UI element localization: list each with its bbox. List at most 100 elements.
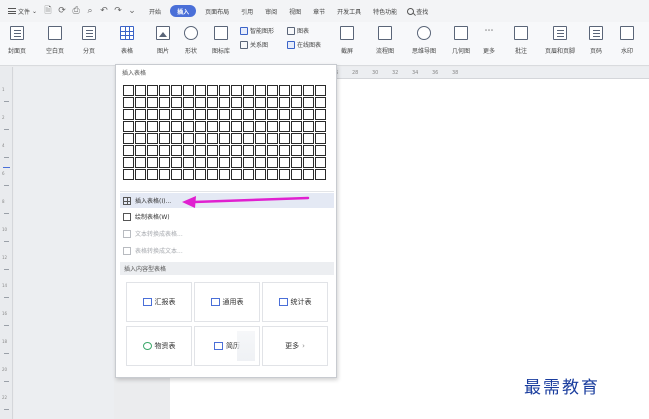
table-grid-cell[interactable]	[207, 133, 218, 144]
search-button[interactable]: 查找	[403, 0, 428, 22]
table-grid-cell[interactable]	[135, 133, 146, 144]
table-size-grid[interactable]	[123, 85, 326, 180]
table-button[interactable]: 表格	[117, 24, 141, 66]
table-grid-cell[interactable]	[183, 121, 194, 132]
table-grid-cell[interactable]	[219, 85, 230, 96]
table-grid-cell[interactable]	[171, 109, 182, 120]
file-menu[interactable]: 文件 ⌄	[4, 0, 41, 22]
table-grid-cell[interactable]	[171, 157, 182, 168]
table-grid-cell[interactable]	[195, 169, 206, 180]
table-grid-cell[interactable]	[279, 121, 290, 132]
general-table-tile[interactable]: 通用表	[194, 282, 260, 322]
shape-button[interactable]: 形状	[184, 26, 198, 55]
table-grid-cell[interactable]	[183, 109, 194, 120]
table-grid-cell[interactable]	[147, 109, 158, 120]
table-grid-cell[interactable]	[207, 169, 218, 180]
table-grid-cell[interactable]	[159, 97, 170, 108]
table-grid-cell[interactable]	[195, 133, 206, 144]
table-grid-cell[interactable]	[267, 121, 278, 132]
table-grid-cell[interactable]	[123, 133, 134, 144]
table-grid-cell[interactable]	[267, 157, 278, 168]
table-grid-cell[interactable]	[267, 97, 278, 108]
tab-review[interactable]: 审阅	[259, 0, 283, 22]
table-grid-cell[interactable]	[267, 133, 278, 144]
table-grid-cell[interactable]	[291, 121, 302, 132]
table-grid-cell[interactable]	[183, 85, 194, 96]
table-grid-cell[interactable]	[147, 121, 158, 132]
table-grid-cell[interactable]	[279, 157, 290, 168]
mindmap-button[interactable]: 思维导图	[412, 26, 436, 55]
relation-graph-button[interactable]: 关系图	[240, 40, 274, 49]
chevron-down-icon[interactable]: ⌄	[125, 0, 139, 22]
table-grid-cell[interactable]	[303, 121, 314, 132]
table-grid-cell[interactable]	[171, 133, 182, 144]
table-grid-cell[interactable]	[135, 85, 146, 96]
table-grid-cell[interactable]	[291, 97, 302, 108]
print-icon[interactable]: ⎙	[69, 0, 83, 22]
table-grid-cell[interactable]	[219, 133, 230, 144]
table-grid-cell[interactable]	[195, 157, 206, 168]
table-grid-cell[interactable]	[315, 109, 326, 120]
table-grid-cell[interactable]	[243, 121, 254, 132]
header-footer-button[interactable]: 页眉和页脚	[545, 26, 575, 55]
table-grid-cell[interactable]	[303, 145, 314, 156]
tab-section[interactable]: 章节	[307, 0, 331, 22]
table-grid-cell[interactable]	[147, 145, 158, 156]
table-grid-cell[interactable]	[183, 145, 194, 156]
table-grid-cell[interactable]	[171, 169, 182, 180]
draw-table-item[interactable]: 绘制表格(W)	[120, 209, 334, 224]
table-grid-cell[interactable]	[231, 121, 242, 132]
table-grid-cell[interactable]	[219, 97, 230, 108]
table-grid-cell[interactable]	[243, 97, 254, 108]
table-grid-cell[interactable]	[159, 121, 170, 132]
table-grid-cell[interactable]	[255, 109, 266, 120]
table-grid-cell[interactable]	[315, 97, 326, 108]
table-grid-cell[interactable]	[279, 145, 290, 156]
more-tiles-button[interactable]: 更多 ›	[262, 326, 328, 366]
table-grid-cell[interactable]	[267, 109, 278, 120]
table-grid-cell[interactable]	[147, 97, 158, 108]
table-grid-cell[interactable]	[183, 169, 194, 180]
report-table-tile[interactable]: 汇报表	[126, 282, 192, 322]
table-grid-cell[interactable]	[231, 109, 242, 120]
table-grid-cell[interactable]	[159, 85, 170, 96]
table-grid-cell[interactable]	[195, 97, 206, 108]
table-grid-cell[interactable]	[255, 85, 266, 96]
table-grid-cell[interactable]	[243, 85, 254, 96]
table-grid-cell[interactable]	[291, 169, 302, 180]
table-grid-cell[interactable]	[303, 133, 314, 144]
table-grid-cell[interactable]	[123, 145, 134, 156]
table-grid-cell[interactable]	[207, 85, 218, 96]
more-button[interactable]: ⋯ 更多	[482, 26, 496, 55]
table-grid-cell[interactable]	[291, 109, 302, 120]
table-grid-cell[interactable]	[279, 109, 290, 120]
table-grid-cell[interactable]	[315, 133, 326, 144]
tab-developer[interactable]: 开发工具	[331, 0, 367, 22]
table-grid-cell[interactable]	[195, 121, 206, 132]
table-grid-cell[interactable]	[231, 157, 242, 168]
table-grid-cell[interactable]	[315, 121, 326, 132]
table-grid-cell[interactable]	[171, 145, 182, 156]
table-grid-cell[interactable]	[135, 169, 146, 180]
table-grid-cell[interactable]	[291, 133, 302, 144]
table-grid-cell[interactable]	[159, 133, 170, 144]
table-grid-cell[interactable]	[123, 85, 134, 96]
tab-page-layout[interactable]: 页面布局	[199, 0, 235, 22]
table-grid-cell[interactable]	[219, 145, 230, 156]
table-grid-cell[interactable]	[279, 97, 290, 108]
table-grid-cell[interactable]	[243, 169, 254, 180]
table-grid-cell[interactable]	[231, 133, 242, 144]
table-grid-cell[interactable]	[243, 157, 254, 168]
table-grid-cell[interactable]	[255, 97, 266, 108]
table-grid-cell[interactable]	[231, 85, 242, 96]
table-grid-cell[interactable]	[303, 85, 314, 96]
table-grid-cell[interactable]	[219, 169, 230, 180]
table-grid-cell[interactable]	[123, 121, 134, 132]
table-grid-cell[interactable]	[147, 169, 158, 180]
table-grid-cell[interactable]	[303, 157, 314, 168]
table-grid-cell[interactable]	[159, 109, 170, 120]
save-icon[interactable]: 🗎	[41, 0, 55, 22]
table-grid-cell[interactable]	[123, 169, 134, 180]
table-grid-cell[interactable]	[267, 145, 278, 156]
redo-icon[interactable]: ↷	[111, 0, 125, 22]
